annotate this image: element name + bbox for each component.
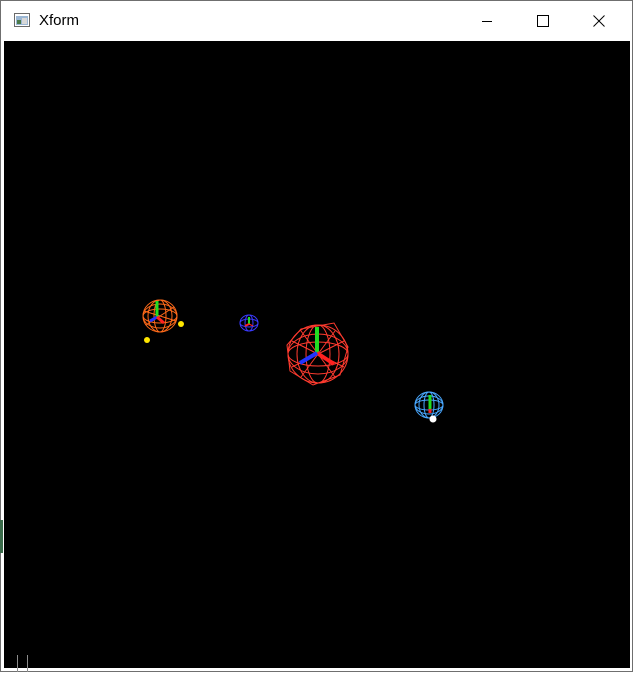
- background-window-edge: [16, 655, 30, 672]
- 3d-viewport[interactable]: [4, 41, 630, 668]
- close-button[interactable]: [576, 1, 622, 41]
- light-blue-wireframe-sphere[interactable]: [414, 391, 444, 419]
- window-app-icon[interactable]: [14, 13, 30, 27]
- window-title: Xform: [39, 12, 80, 29]
- scene-canvas: [142, 299, 444, 423]
- maximize-button[interactable]: [520, 1, 566, 41]
- yellow-marker[interactable]: [178, 321, 184, 327]
- white-marker[interactable]: [429, 415, 437, 423]
- background-window-edge: [0, 520, 3, 553]
- yellow-marker[interactable]: [144, 337, 150, 343]
- orange-wireframe-sphere[interactable]: [142, 299, 178, 333]
- close-icon: [593, 15, 605, 27]
- small-blue-wireframe-sphere[interactable]: [239, 314, 259, 332]
- red-wireframe-sphere[interactable]: [286, 322, 349, 386]
- minimize-button[interactable]: [464, 1, 510, 41]
- title-bar[interactable]: Xform: [1, 1, 632, 41]
- minimize-icon: [481, 15, 493, 27]
- maximize-icon: [537, 15, 549, 27]
- application-window: Xform: [0, 0, 633, 672]
